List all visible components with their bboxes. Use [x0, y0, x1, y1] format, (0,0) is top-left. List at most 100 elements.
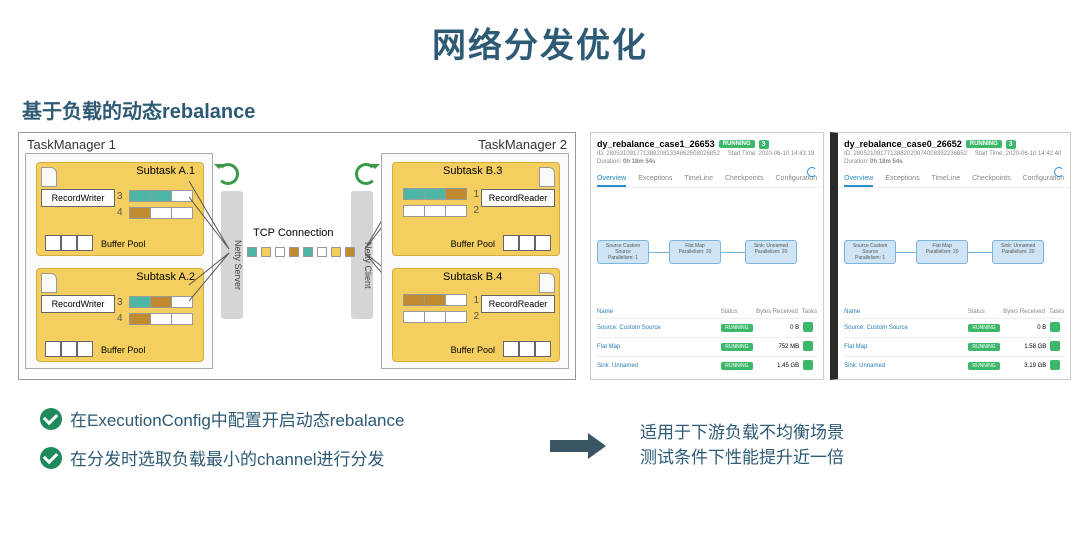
document-icon — [41, 167, 57, 187]
graph-node-flatmap[interactable]: Flat MapParallelism: 20 — [916, 240, 968, 264]
architecture-diagram: TaskManager 1 TaskManager 2 Subtask A.1 … — [18, 132, 576, 380]
document-icon — [41, 273, 57, 293]
arrow-right-icon — [550, 436, 610, 454]
job-graph: Source Custom SourceParallelism: 1 Flat … — [844, 208, 1064, 298]
buffer-stripe — [129, 190, 193, 202]
buffer-pool-icon — [45, 235, 93, 251]
job-graph: Source Custom SourceParallelism: 1 Flat … — [597, 208, 817, 298]
footer: 在ExecutionConfig中配置开启动态rebalance 在分发时选取负… — [0, 380, 1080, 484]
bullet-point-1: 在ExecutionConfig中配置开启动态rebalance — [40, 406, 520, 431]
meta-id: ID: 2805310917713882081334862508026852 — [597, 151, 720, 157]
table-row[interactable]: Flat Map RUNNING 1.58 GB — [844, 337, 1064, 356]
subtask-a2-title: Subtask A.2 — [136, 271, 195, 283]
graph-node-source[interactable]: Source Custom SourceParallelism: 1 — [844, 240, 896, 264]
tab-exceptions[interactable]: Exceptions — [885, 175, 919, 187]
dashboard-case1: dy_rebalance_case1_26653 RUNNING 3 ID: 2… — [590, 132, 824, 380]
tab-exceptions[interactable]: Exceptions — [638, 175, 672, 187]
meta-duration: Duration: 0h 18m 54s — [597, 159, 655, 165]
channel-4: 4 — [117, 313, 123, 324]
channel-2: 2 — [473, 311, 479, 322]
netty-server: Netty Server — [221, 191, 243, 319]
channel-2: 2 — [473, 205, 479, 216]
count-badge: 3 — [759, 140, 769, 149]
job-table: Name Status Bytes Received Tasks Source:… — [838, 306, 1070, 375]
meta-start: Start Time: 2020-06-10 14:42:40 — [975, 151, 1061, 157]
tab-timeline[interactable]: TimeLine — [932, 175, 961, 187]
task-manager-1: Subtask A.1 RecordWriter 3 4 Buffer Pool… — [25, 153, 213, 369]
meta-id: ID: 2805210917713882020974008392236852 — [844, 151, 967, 157]
channel-3: 3 — [117, 191, 123, 202]
table-row[interactable]: Flat Map RUNNING 752 MB — [597, 337, 817, 356]
buffer-stripe — [403, 205, 467, 217]
tab-checkpoints[interactable]: Checkpoints — [725, 175, 764, 187]
task-badge-icon — [1050, 322, 1060, 332]
document-icon — [539, 167, 555, 187]
status-badge: RUNNING — [719, 140, 755, 148]
buffer-stripe — [403, 294, 467, 306]
recycle-icon — [217, 163, 239, 185]
buffer-pool-label: Buffer Pool — [451, 239, 495, 249]
table-row[interactable]: Sink: Unnamed RUNNING 3.19 GB — [844, 356, 1064, 375]
dashboard-case0: dy_rebalance_case0_26652 RUNNING 3 ID: 2… — [830, 132, 1071, 380]
graph-node-flatmap[interactable]: Flat MapParallelism: 20 — [669, 240, 721, 264]
graph-node-source[interactable]: Source Custom SourceParallelism: 1 — [597, 240, 649, 264]
tab-checkpoints[interactable]: Checkpoints — [972, 175, 1011, 187]
channel-1: 1 — [473, 295, 479, 306]
document-icon — [539, 273, 555, 293]
subtask-b4: Subtask B.4 RecordReader 1 2 Buffer Pool — [392, 268, 560, 362]
col-bytes: Bytes Received — [999, 309, 1045, 315]
meta-start: Start Time: 2020-06-10 14:43:19 — [728, 151, 814, 157]
bullet-point-2: 在分发时选取负载最小的channel进行分发 — [40, 445, 520, 470]
tm1-label: TaskManager 1 — [27, 137, 116, 152]
record-reader: RecordReader — [481, 295, 555, 313]
col-name: Name — [844, 309, 968, 315]
dashboards: dy_rebalance_case1_26653 RUNNING 3 ID: 2… — [590, 132, 1071, 380]
buffer-stripe — [129, 313, 193, 325]
col-name: Name — [597, 309, 721, 315]
tcp-stream-icon — [247, 247, 355, 257]
col-bytes: Bytes Received — [751, 309, 797, 315]
col-tasks: Tasks — [1049, 309, 1064, 315]
buffer-pool-icon — [45, 341, 93, 357]
tabs[interactable]: Overview Exceptions TimeLine Checkpoints… — [838, 171, 1070, 188]
record-reader: RecordReader — [481, 189, 555, 207]
main-title: 网络分发优化 — [0, 18, 1080, 67]
buffer-stripe — [129, 207, 193, 219]
channel-4: 4 — [117, 207, 123, 218]
buffer-pool-icon — [503, 235, 551, 251]
tab-timeline[interactable]: TimeLine — [684, 175, 713, 187]
subtask-a2: Subtask A.2 RecordWriter 3 4 Buffer Pool — [36, 268, 204, 362]
graph-node-sink[interactable]: Sink: UnnamedParallelism: 20 — [992, 240, 1044, 264]
buffer-stripe — [403, 311, 467, 323]
subtask-a1: Subtask A.1 RecordWriter 3 4 Buffer Pool — [36, 162, 204, 256]
buffer-stripe — [403, 188, 467, 200]
table-row[interactable]: Sink: Unnamed RUNNING 1.45 GB — [597, 356, 817, 375]
graph-node-sink[interactable]: Sink: UnnamedParallelism: 20 — [745, 240, 797, 264]
task-badge-icon — [803, 322, 813, 332]
status-badge: RUNNING — [966, 140, 1002, 148]
subtitle: 基于负载的动态rebalance — [22, 95, 1080, 124]
subtask-a1-title: Subtask A.1 — [136, 165, 195, 177]
task-badge-icon — [803, 341, 813, 351]
tab-overview[interactable]: Overview — [844, 175, 873, 187]
meta-duration: Duration: 0h 18m 54s — [844, 159, 902, 165]
col-status: Status — [721, 309, 752, 315]
buffer-pool-icon — [503, 341, 551, 357]
col-tasks: Tasks — [802, 309, 817, 315]
buffer-pool-label: Buffer Pool — [101, 239, 145, 249]
tab-overview[interactable]: Overview — [597, 175, 626, 187]
record-writer: RecordWriter — [41, 189, 115, 207]
job-name: dy_rebalance_case0_26652 — [844, 139, 962, 149]
recycle-icon — [355, 163, 377, 185]
task-manager-2: Subtask B.3 RecordReader 1 2 Buffer Pool… — [381, 153, 569, 369]
channel-1: 1 — [473, 189, 479, 200]
tabs[interactable]: Overview Exceptions TimeLine Checkpoints… — [591, 171, 823, 188]
channel-3: 3 — [117, 297, 123, 308]
subtask-b4-title: Subtask B.4 — [443, 271, 502, 283]
record-writer: RecordWriter — [41, 295, 115, 313]
table-row[interactable]: Source: Custom Source RUNNING 0 B — [597, 318, 817, 337]
table-row[interactable]: Source: Custom Source RUNNING 0 B — [844, 318, 1064, 337]
footer-summary: 适用于下游负载不均衡场景 测试条件下性能提升近一倍 — [640, 420, 844, 471]
buffer-pool-label: Buffer Pool — [451, 345, 495, 355]
col-status: Status — [968, 309, 999, 315]
